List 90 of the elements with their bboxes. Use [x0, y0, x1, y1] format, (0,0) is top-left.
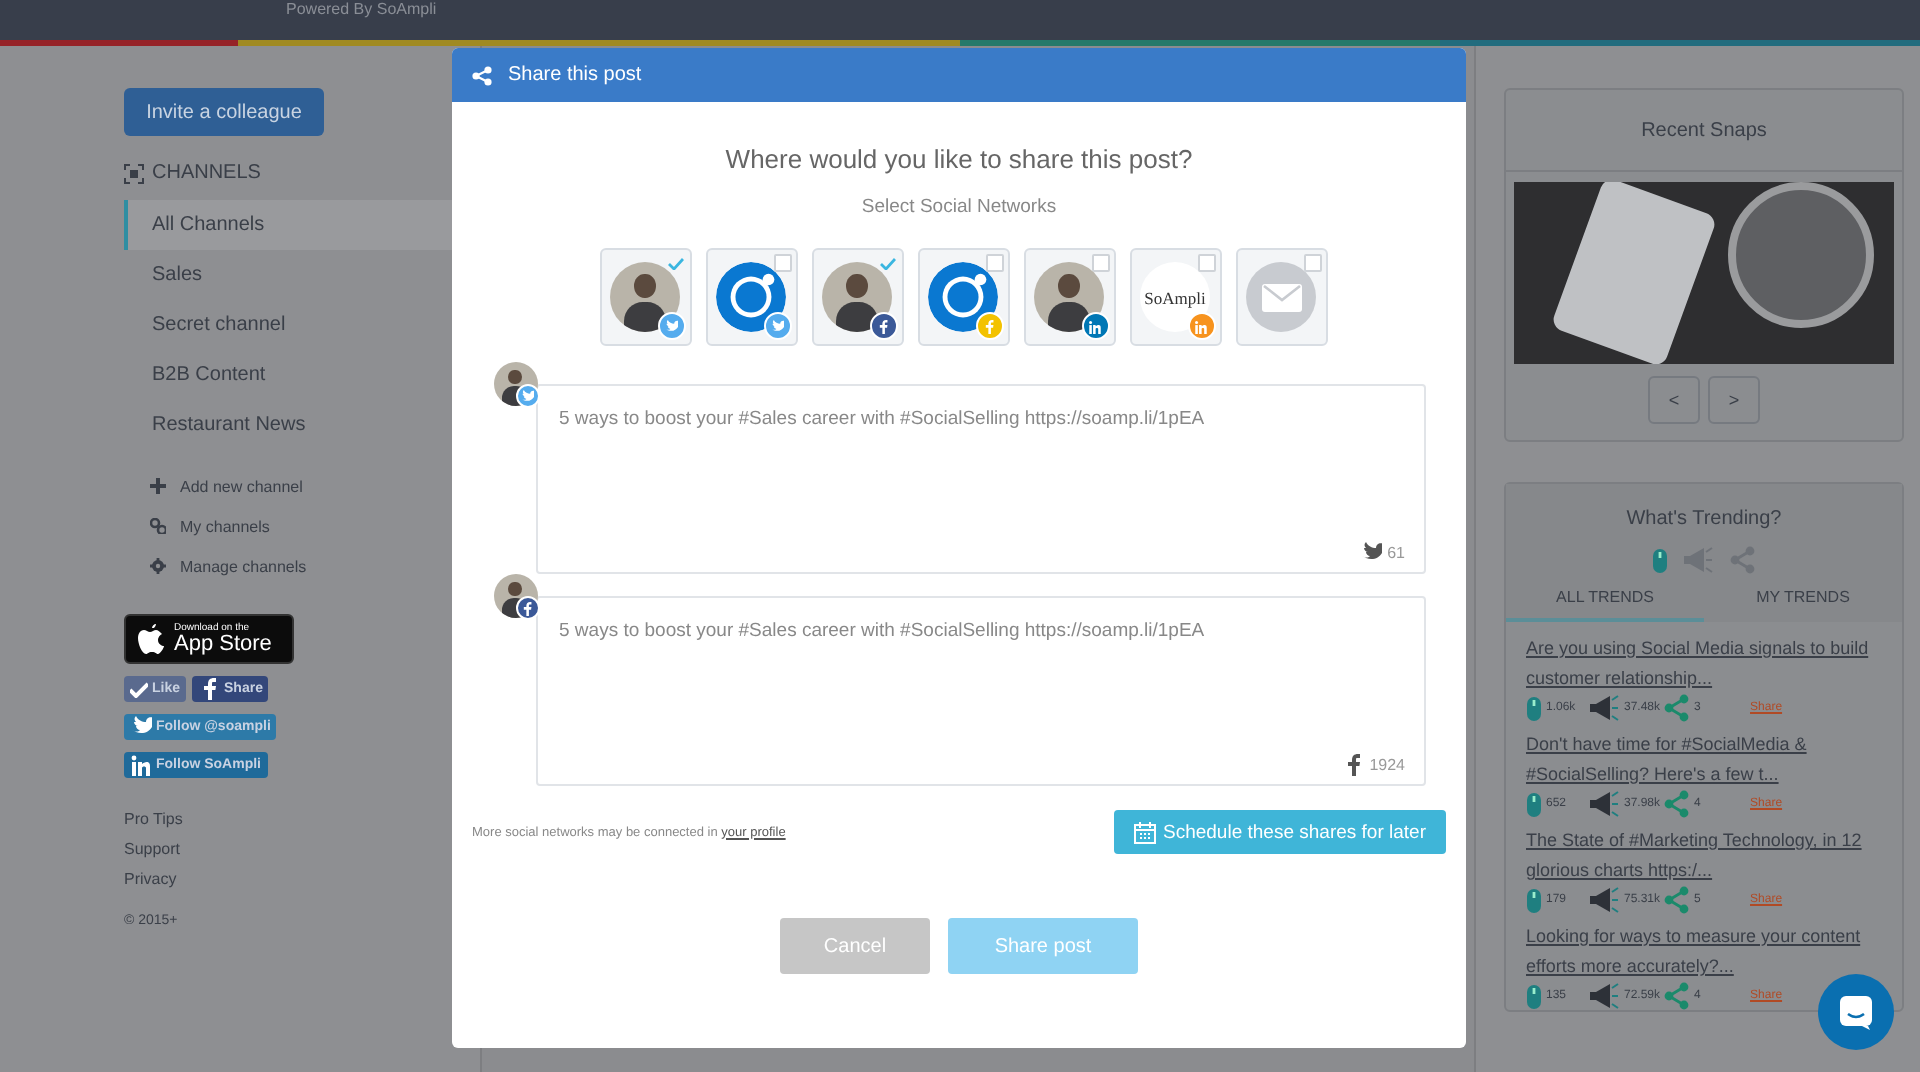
channel-item[interactable]: Sales — [124, 250, 452, 300]
plus-icon — [150, 478, 166, 494]
avatar-silhouette — [610, 262, 680, 332]
character-count: 1924 — [1369, 756, 1405, 774]
facebook-badge-icon — [869, 312, 897, 340]
twitter-icon — [1359, 542, 1382, 564]
checkbox[interactable] — [773, 254, 791, 272]
article-link[interactable]: Don't have time for #SocialMedia & #SocialSelling? Here's a few t... — [1526, 730, 1892, 790]
calendar-icon — [1133, 821, 1155, 843]
channel-action-link[interactable]: My channels — [180, 517, 270, 535]
share-icon — [1664, 694, 1691, 722]
megaphone-icon — [1590, 886, 1620, 914]
checkbox[interactable] — [985, 254, 1003, 272]
mail-icon — [1246, 262, 1316, 332]
megaphone-icon — [1684, 546, 1714, 574]
network-tile[interactable]: SoAmpli — [1129, 248, 1221, 346]
cancel-button[interactable]: Cancel — [780, 918, 930, 974]
dialog-title: Share this post — [508, 64, 642, 86]
chat-button[interactable] — [1818, 974, 1894, 1050]
check-icon — [880, 257, 896, 269]
channels-icon — [124, 163, 144, 183]
check-icon — [130, 681, 148, 697]
schedule-button[interactable]: Schedule these shares for later — [1113, 810, 1446, 854]
facebook-badge-icon — [975, 312, 1003, 340]
mouse-icon — [1652, 547, 1668, 573]
megaphone-icon — [1590, 790, 1620, 818]
network-tile[interactable] — [1023, 248, 1115, 346]
linkedin-icon — [130, 754, 152, 776]
checkbox[interactable] — [1197, 254, 1215, 272]
network-tile[interactable] — [705, 248, 797, 346]
section-title: CHANNELS — [152, 162, 261, 184]
network-tile[interactable] — [599, 248, 691, 346]
footer-link[interactable]: Pro Tips — [124, 804, 452, 834]
avatar-silhouette — [822, 262, 892, 332]
network-tile[interactable] — [811, 248, 903, 346]
share-icon — [1730, 546, 1756, 574]
channel-item[interactable]: Restaurant News — [124, 400, 452, 450]
footer-link[interactable]: Privacy — [124, 864, 452, 894]
network-tile[interactable] — [917, 248, 1009, 346]
avatar-silhouette — [1034, 262, 1104, 332]
network-tile[interactable] — [1235, 248, 1327, 346]
twitter-icon — [130, 716, 152, 738]
ring-logo-icon — [716, 262, 786, 332]
check-icon — [668, 257, 684, 269]
trends-tab[interactable]: MY TRENDS — [1704, 586, 1902, 622]
dialog-question: Where would you like to share this post? — [725, 144, 1193, 174]
share-icon — [1664, 886, 1691, 914]
channel-item[interactable]: All Channels — [124, 200, 452, 250]
mouse-icon — [1526, 887, 1542, 913]
section-subtitle: Select Social Networks — [861, 196, 1057, 218]
app-store-label: App Store — [174, 633, 272, 655]
footer-link[interactable]: Support — [124, 834, 452, 864]
linkedin-badge-icon — [1081, 312, 1109, 340]
mouse-icon — [1526, 791, 1542, 817]
checkbox[interactable] — [667, 254, 685, 272]
card-title: What's Trending? — [1626, 508, 1782, 530]
article-link[interactable]: Are you using Social Media signals to build customer relationship... — [1526, 634, 1892, 694]
checkbox[interactable] — [1091, 254, 1109, 272]
share-icon — [1664, 790, 1691, 818]
trends-tab[interactable]: ALL TRENDS — [1506, 586, 1704, 622]
powered-by-text: Powered By SoAmpli — [286, 0, 437, 18]
channel-action-link[interactable]: Add new channel — [180, 477, 303, 495]
share-icon — [472, 65, 492, 85]
checkbox[interactable] — [1303, 254, 1321, 272]
link-icon — [150, 518, 166, 534]
character-count: 61 — [1387, 544, 1405, 562]
card-title: Recent Snaps — [1641, 119, 1767, 141]
invite-button[interactable]: Invite a colleague — [124, 88, 324, 136]
article-link[interactable]: The State of #Marketing Technology, in 12 glorious charts https:/... — [1526, 826, 1892, 886]
twitter-badge-icon — [763, 312, 791, 340]
previous-button[interactable]: < — [1648, 376, 1700, 424]
share-icon — [1664, 982, 1691, 1010]
apple-icon — [138, 623, 166, 655]
checkbox[interactable] — [879, 254, 897, 272]
twitter-badge-icon — [657, 312, 685, 340]
article-link[interactable]: Looking for ways to measure your content efforts more accurately?... — [1526, 922, 1892, 982]
channel-item[interactable]: B2B Content — [124, 350, 452, 400]
megaphone-icon — [1590, 694, 1620, 722]
megaphone-icon — [1590, 982, 1620, 1010]
channel-action-link[interactable]: Manage channels — [180, 557, 307, 575]
ring-logo-icon — [928, 262, 998, 332]
mouse-icon — [1526, 695, 1542, 721]
brand-logo-text: SoAmpli — [1144, 287, 1206, 307]
chat-icon — [1838, 994, 1874, 1030]
mouse-icon — [1526, 983, 1542, 1009]
linkedin-badge-icon — [1187, 312, 1215, 340]
next-button[interactable]: > — [1708, 376, 1760, 424]
facebook-icon — [198, 678, 221, 700]
channel-item[interactable]: Secret channel — [124, 300, 452, 350]
gear-icon — [150, 558, 166, 574]
